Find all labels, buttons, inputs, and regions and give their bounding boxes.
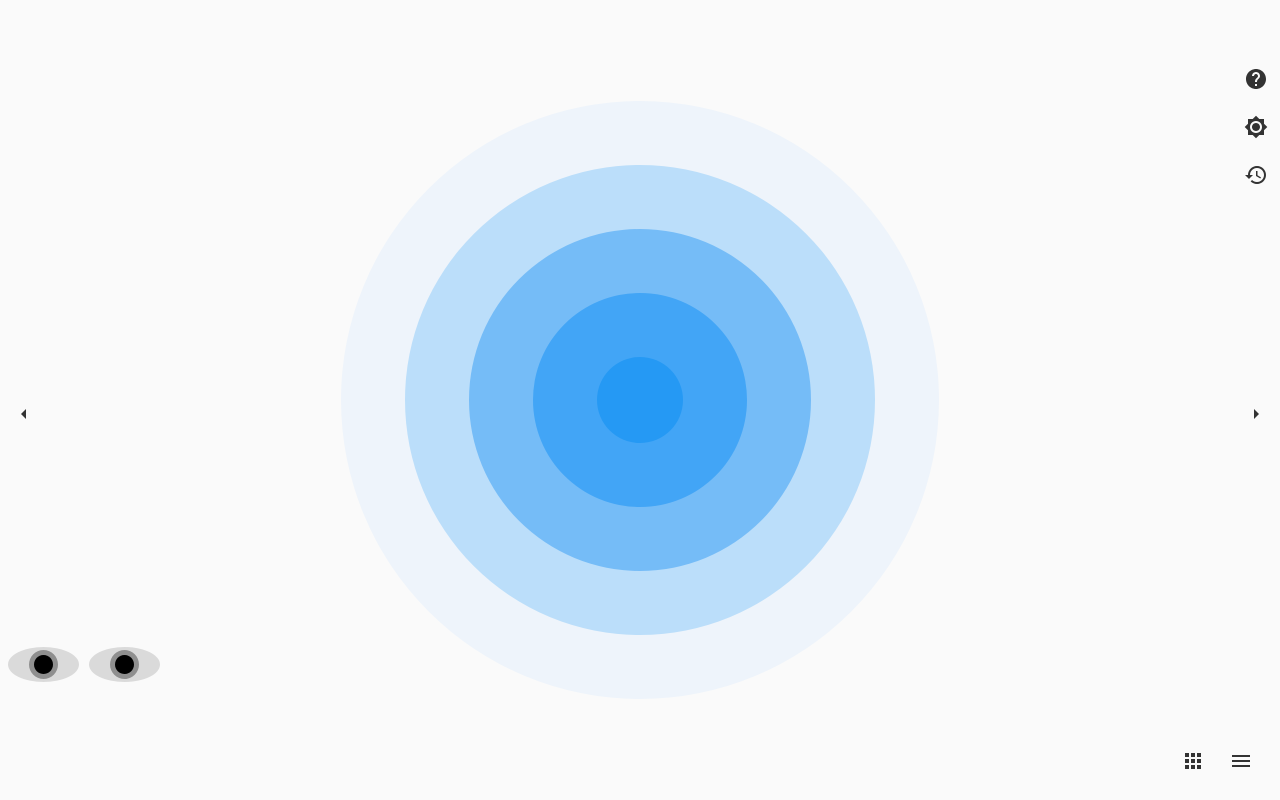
apps-grid-button[interactable] [1177, 745, 1209, 777]
brightness-icon [1244, 115, 1268, 139]
brightness-button[interactable] [1240, 111, 1272, 143]
history-icon [1245, 166, 1266, 184]
eye-right[interactable] [89, 647, 160, 682]
eye-right-iris [110, 650, 139, 679]
target-ring-center[interactable] [597, 357, 683, 443]
eye-left-pupil [34, 655, 53, 674]
help-button[interactable] [1240, 63, 1272, 95]
eye-left-iris [29, 650, 58, 679]
menu-icon [1232, 755, 1250, 767]
help-icon [1246, 69, 1266, 89]
arrow-left-icon [21, 409, 26, 419]
next-button[interactable] [1244, 402, 1268, 426]
eye-left[interactable] [8, 647, 79, 682]
previous-button[interactable] [12, 402, 36, 426]
history-button[interactable] [1240, 159, 1272, 191]
app-canvas [0, 0, 1280, 800]
menu-button[interactable] [1225, 745, 1257, 777]
arrow-right-icon [1254, 409, 1259, 419]
apps-grid-icon [1185, 753, 1201, 769]
eye-right-pupil [115, 655, 134, 674]
